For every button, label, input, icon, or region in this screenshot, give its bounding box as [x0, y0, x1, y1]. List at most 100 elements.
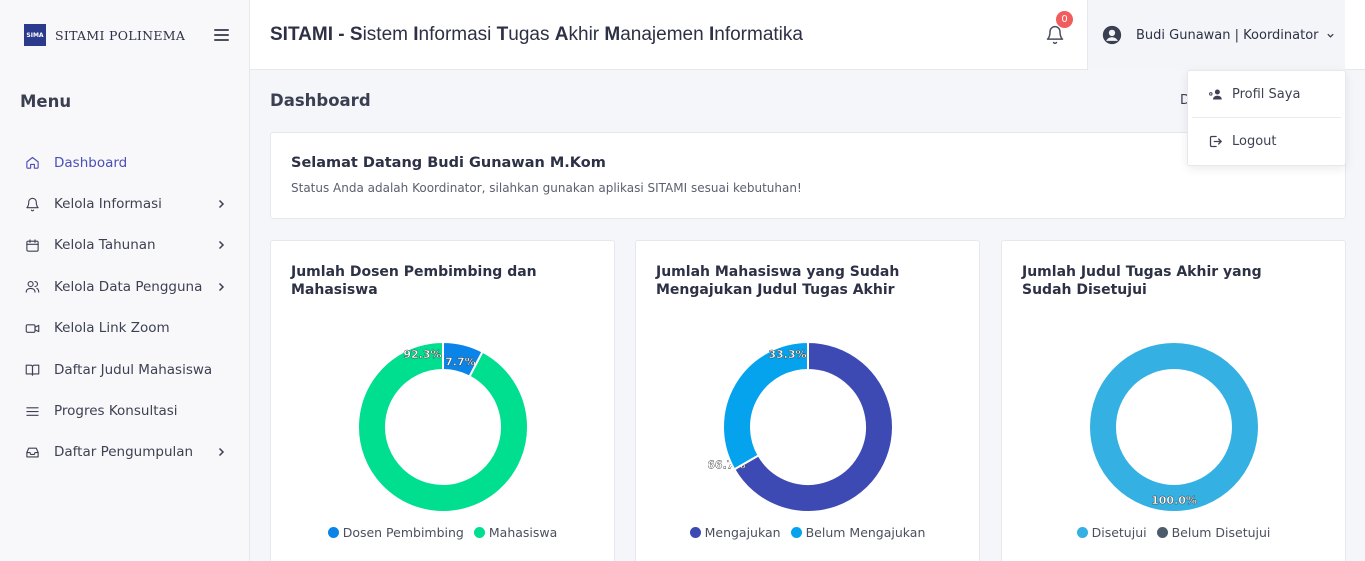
donut-slice-belum-mengajukan[interactable]: [722, 340, 809, 471]
donut-label: 92.3%: [403, 348, 441, 361]
welcome-text: Status Anda adalah Koordinator, silahkan…: [291, 181, 802, 195]
chevron-right-icon: [218, 241, 225, 250]
app-title-part: ugas: [508, 23, 555, 45]
video-icon: [24, 320, 40, 336]
donut-chart: 100.0%: [1088, 341, 1261, 513]
calendar-icon: [24, 237, 40, 253]
legend-dot: [327, 527, 339, 538]
app-title-part: istem: [362, 23, 414, 45]
sidebar: SIMA SITAMI POLINEMA Menu Dashboard Kelol…: [0, 0, 250, 561]
home-icon: [24, 155, 40, 171]
bell-icon: [24, 196, 40, 212]
user-cog-icon: [1209, 89, 1222, 99]
profil-saya-item[interactable]: Profil Saya: [1188, 71, 1345, 117]
sidebar-item-progres-konsultasi[interactable]: Progres Konsultasi: [0, 390, 249, 431]
legend-dot: [689, 527, 701, 538]
sidebar-item-label: Daftar Pengumpulan: [54, 444, 194, 461]
legend-item[interactable]: Belum Mengajukan: [790, 525, 926, 540]
list-icon: [24, 403, 40, 419]
sidebar-item-label: Progres Konsultasi: [54, 403, 178, 420]
logout-item[interactable]: Logout: [1188, 118, 1345, 164]
sidebar-item-label: Kelola Link Zoom: [54, 320, 170, 337]
donut-label: 7.7%: [445, 356, 476, 369]
chevron-down-icon: [1326, 33, 1334, 38]
donut-label: 100.0%: [1151, 494, 1197, 507]
page-title: Dashboard: [270, 91, 371, 110]
chart-card: Jumlah Dosen Pembimbing dan Mahasiswa 7.7…: [270, 240, 615, 561]
legend-label: Dosen Pembimbing: [342, 525, 464, 540]
sidebar-item-label: Kelola Informasi: [54, 196, 162, 213]
app-title-part: anajemen: [620, 23, 709, 45]
chart-card: Jumlah Mahasiswa yang Sudah Mengajukan J…: [635, 240, 980, 561]
app-title-part: M: [604, 23, 621, 45]
brand-logo[interactable]: SIMA: [24, 24, 46, 46]
legend-label: Mengajukan: [704, 525, 781, 540]
app-title-part: khir: [568, 23, 605, 45]
legend-item[interactable]: Disetujui: [1076, 525, 1147, 540]
legend-label: Belum Mengajukan: [805, 525, 926, 540]
chevron-right-icon: [218, 282, 225, 291]
brand: SIMA SITAMI POLINEMA: [0, 0, 249, 70]
chevron-right-icon: [218, 200, 225, 209]
logout-label: Logout: [1232, 133, 1277, 149]
app-title-part: S: [349, 23, 363, 45]
legend-item[interactable]: Mahasiswa: [473, 525, 558, 540]
notification-badge: 0: [1056, 11, 1073, 28]
app-title-part: nformatika: [714, 23, 803, 45]
sidebar-item-label: Daftar Judul Mahasiswa: [54, 361, 213, 378]
legend-label: Disetujui: [1091, 525, 1147, 540]
sidebar-item-label: Kelola Data Pengguna: [54, 278, 203, 295]
sidebar-item-kelola-tahunan[interactable]: Kelola Tahunan: [0, 225, 249, 266]
legend-dot: [1076, 527, 1088, 538]
logout-icon: [1209, 135, 1222, 147]
profil-saya-label: Profil Saya: [1232, 86, 1301, 102]
legend-item[interactable]: Mengajukan: [689, 525, 781, 540]
sidebar-item-label: Kelola Tahunan: [54, 237, 156, 254]
donut-slice-mahasiswa[interactable]: [357, 340, 529, 513]
chart-legend: Dosen Pembimbing Mahasiswa: [271, 525, 614, 540]
chart-legend: Mengajukan Belum Mengajukan: [636, 525, 979, 540]
user-name: Budi Gunawan | Koordinator: [1136, 27, 1319, 43]
menu-title: Menu: [20, 92, 72, 111]
welcome-card: Selamat Datang Budi Gunawan M.Kom Status…: [270, 132, 1346, 219]
sidebar-item-kelola-link-zoom[interactable]: Kelola Link Zoom: [0, 308, 249, 349]
app-title-part: SITAMI: [270, 23, 333, 45]
chart-title: Jumlah Mahasiswa yang Sudah Mengajukan J…: [656, 264, 900, 298]
hamburger-menu-icon[interactable]: [214, 29, 229, 41]
sidebar-item-kelola-data-pengguna[interactable]: Kelola Data Pengguna: [0, 266, 249, 307]
legend-label: Belum Disetujui: [1171, 525, 1271, 540]
app-title: SITAMI - Sistem Informasi Tugas Akhir Ma…: [250, 24, 803, 46]
legend-item[interactable]: Dosen Pembimbing: [327, 525, 464, 540]
app-title-part: nformasi: [418, 23, 497, 45]
app-title-part: -: [332, 23, 350, 45]
inbox-icon: [24, 444, 40, 460]
legend-dot: [473, 527, 485, 538]
chart-card: Jumlah Judul Tugas Akhir yang Sudah Dise…: [1001, 240, 1346, 561]
user-menu[interactable]: Budi Gunawan | Koordinator: [1087, 0, 1345, 70]
legend-label: Mahasiswa: [488, 525, 558, 540]
welcome-title: Selamat Datang Budi Gunawan M.Kom: [291, 155, 606, 171]
donut-label: 33.3%: [768, 348, 806, 361]
sidebar-item-daftar-pengumpulan[interactable]: Daftar Pengumpulan: [0, 432, 249, 473]
sidebar-item-dashboard[interactable]: Dashboard: [0, 142, 249, 183]
donut-chart: 7.7% 92.3%: [357, 340, 529, 513]
legend-dot: [790, 527, 802, 538]
app-title-part: A: [554, 23, 569, 45]
legend-dot: [1156, 527, 1168, 538]
brand-name[interactable]: SITAMI POLINEMA: [55, 28, 185, 43]
legend-item[interactable]: Belum Disetujui: [1156, 525, 1271, 540]
sidebar-item-daftar-judul-mahasiswa[interactable]: Daftar Judul Mahasiswa: [0, 349, 249, 390]
users-icon: [24, 279, 40, 295]
topbar: SITAMI - Sistem Informasi Tugas Akhir Ma…: [250, 0, 1365, 70]
sidebar-nav: Dashboard Kelola Informasi Kelola Tahunan K…: [0, 132, 249, 473]
donut-chart: 66.7%33.3%: [708, 340, 894, 513]
chart-title: Jumlah Dosen Pembimbing dan Mahasiswa: [291, 264, 537, 298]
app-title-part: T: [496, 23, 509, 45]
sidebar-item-label: Dashboard: [54, 154, 128, 171]
sidebar-item-kelola-informasi[interactable]: Kelola Informasi: [0, 183, 249, 224]
user-avatar-icon: [1102, 25, 1122, 45]
chart-title: Jumlah Judul Tugas Akhir yang Sudah Dise…: [1022, 264, 1262, 298]
user-dropdown: Profil Saya Logout: [1187, 70, 1346, 166]
donut-slice-disetujui[interactable]: [1088, 341, 1261, 513]
chart-legend: Disetujui Belum Disetujui: [1002, 525, 1345, 540]
